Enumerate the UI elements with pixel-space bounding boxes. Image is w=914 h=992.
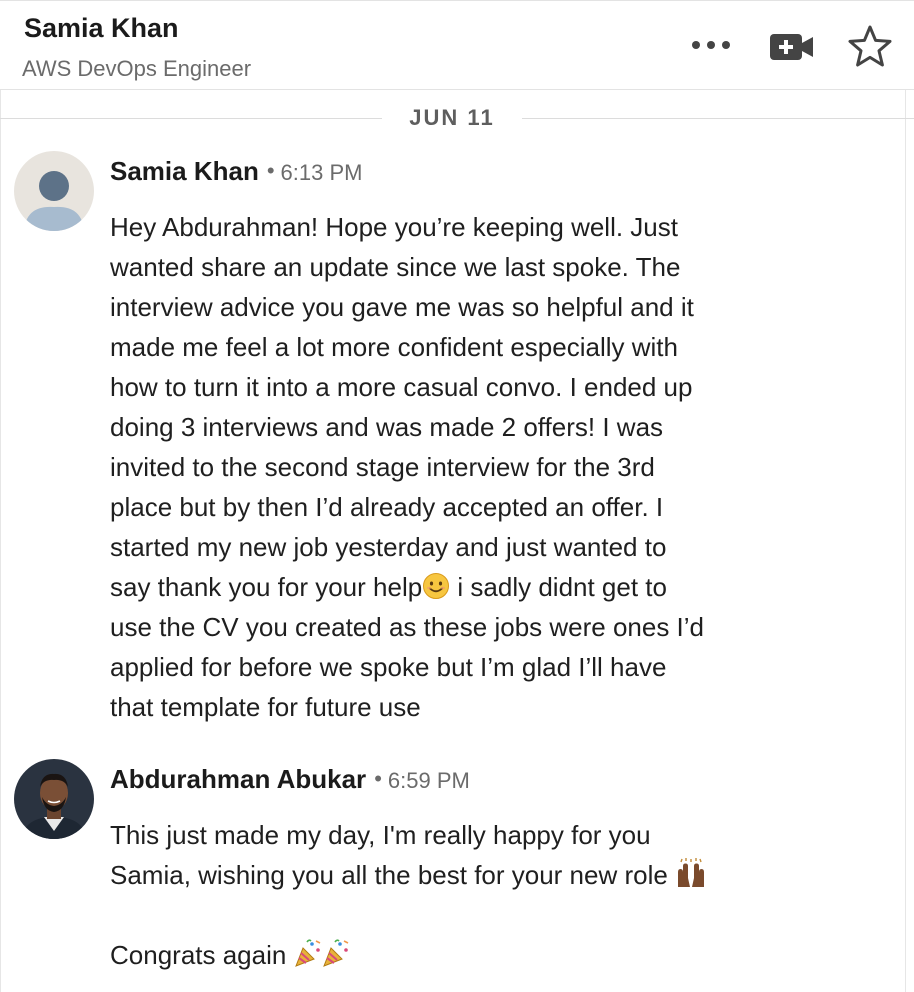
more-dot <box>722 41 730 49</box>
message-line <box>110 895 790 935</box>
message-body: This just made my day, I'm really happy … <box>110 815 790 975</box>
right-border <box>905 90 906 992</box>
party-popper-icon <box>322 939 348 967</box>
sender-name[interactable]: Abdurahman Abukar <box>110 764 366 794</box>
sender-avatar[interactable] <box>14 759 94 839</box>
contact-name[interactable]: Samia Khan <box>24 13 179 44</box>
video-plus-icon <box>770 34 813 60</box>
party-popper-icon <box>294 939 320 967</box>
smiling-face-icon <box>423 573 450 599</box>
message-line: place but by then I’d already accepted a… <box>110 492 664 522</box>
message-line: invited to the second stage interview fo… <box>110 452 655 482</box>
message-line: doing 3 interviews and was made 2 offers… <box>110 412 664 442</box>
message-line: interview advice you gave me was so help… <box>110 292 694 322</box>
raised-hands-icon <box>678 858 705 887</box>
message-time: 6:13 PM <box>280 160 363 185</box>
message-line: that template for future use <box>110 692 421 722</box>
more-horizontal-icon <box>692 41 700 49</box>
sender-name[interactable]: Samia Khan <box>110 156 259 186</box>
meta-separator: • <box>266 158 275 183</box>
divider-line <box>522 118 914 119</box>
message-time: 6:59 PM <box>387 768 470 793</box>
message-meta: Samia Khan • 6:13 PM <box>110 156 362 187</box>
more-dot <box>707 41 715 49</box>
message-line: Samia, wishing you all the best for your… <box>110 855 790 895</box>
profile-photo-avatar <box>14 759 94 839</box>
more-options-button[interactable] <box>688 41 734 51</box>
date-label: JUN 11 <box>409 105 495 130</box>
message-meta: Abdurahman Abukar • 6:59 PM <box>110 764 470 795</box>
star-button[interactable] <box>847 24 893 68</box>
meta-separator: • <box>374 766 382 791</box>
sender-avatar[interactable] <box>14 151 94 231</box>
message-line: Congrats again <box>110 935 790 975</box>
star-outline-icon <box>848 25 892 67</box>
message-line: made me feel a lot more confident especi… <box>110 332 678 362</box>
conversation-header: Samia Khan AWS DevOps Engineer <box>0 0 914 90</box>
message-text: i sadly didnt get to <box>450 572 667 602</box>
default-avatar-icon <box>14 151 94 231</box>
message-text: Samia, wishing you all the best for your… <box>110 860 668 890</box>
message-line: started my new job yesterday and just wa… <box>110 532 667 562</box>
message-line: wanted share an update since we last spo… <box>110 252 681 282</box>
message-text: say thank you for your help <box>110 572 423 602</box>
message-text: Congrats again <box>110 940 287 970</box>
video-call-button[interactable] <box>770 34 814 60</box>
message-line: applied for before we spoke but I’m glad… <box>110 652 667 682</box>
message-body: Hey Abdurahman! Hope you’re keeping well… <box>110 207 790 727</box>
message-line: This just made my day, I'm really happy … <box>110 820 651 850</box>
divider-line <box>0 118 382 119</box>
message-line: say thank you for your help i sadly didn… <box>110 567 790 607</box>
left-border <box>0 90 1 992</box>
message-line: Hey Abdurahman! Hope you’re keeping well… <box>110 212 678 242</box>
message-line: how to turn it into a more casual convo.… <box>110 372 693 402</box>
contact-headline: AWS DevOps Engineer <box>22 56 252 81</box>
message-line: use the CV you created as these jobs wer… <box>110 612 705 642</box>
date-divider: JUN 11 <box>0 96 914 140</box>
